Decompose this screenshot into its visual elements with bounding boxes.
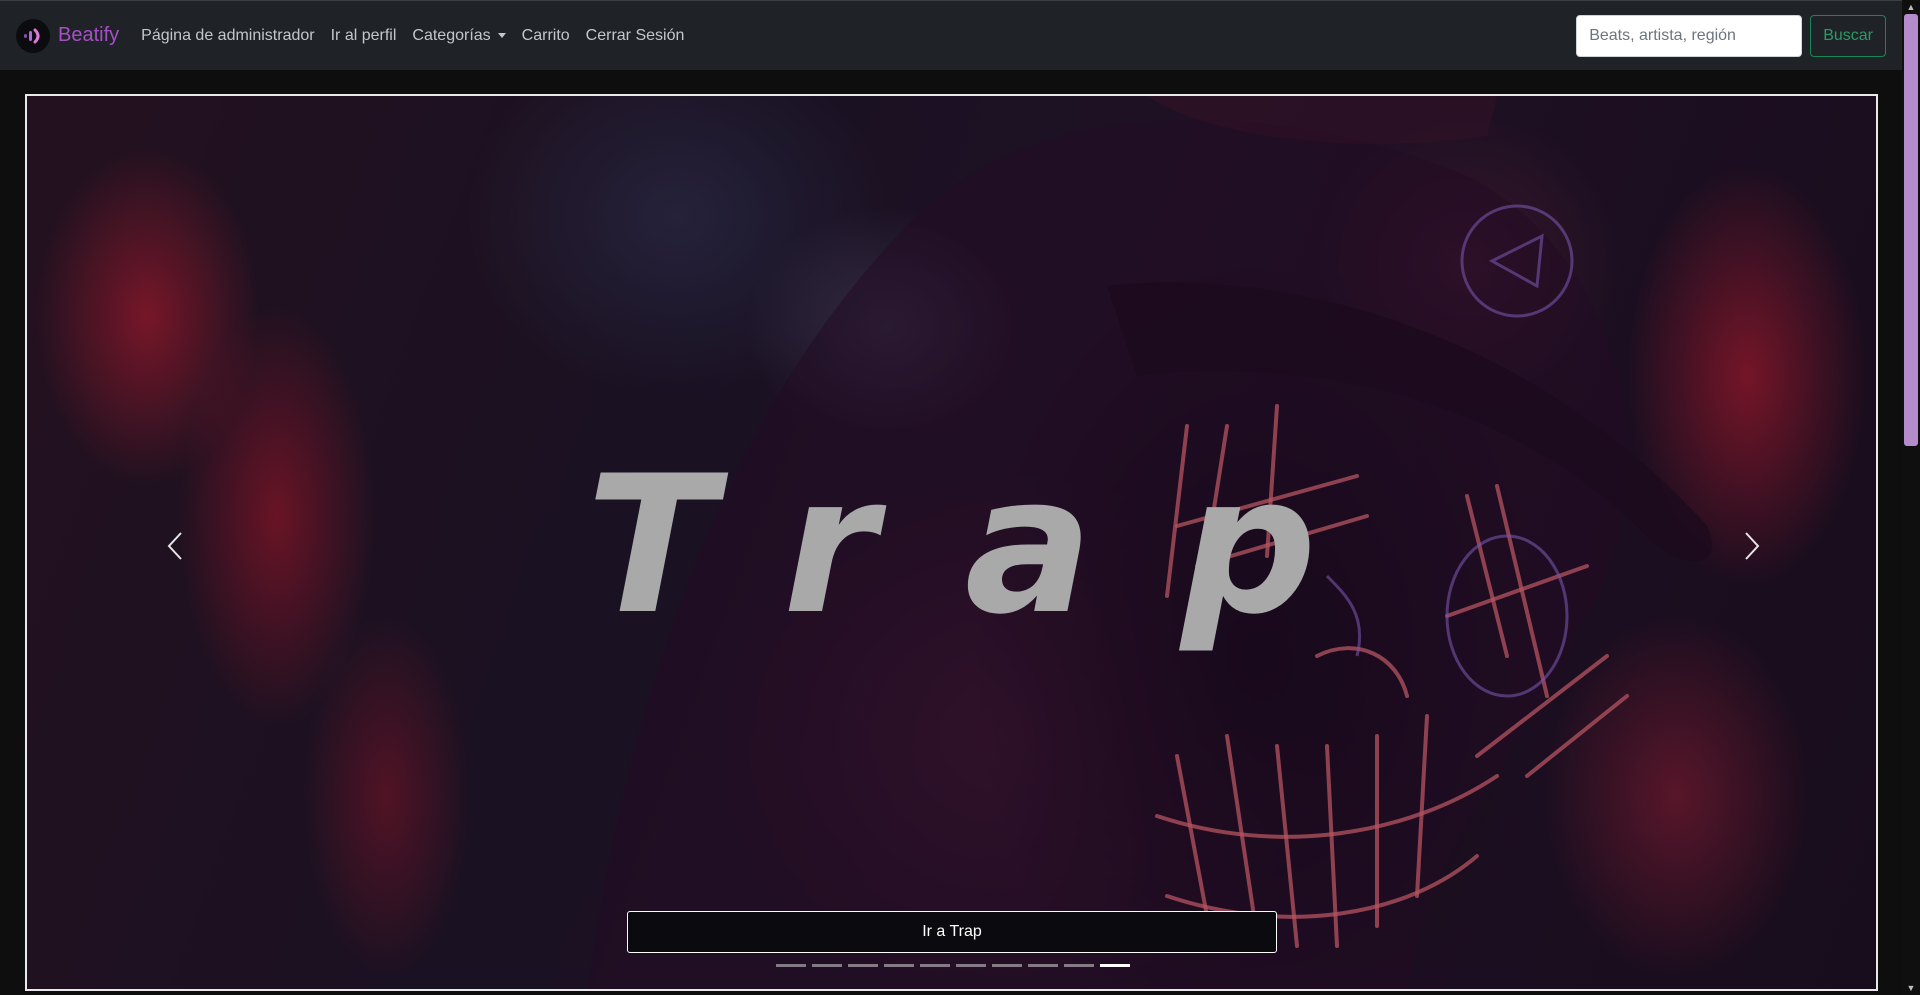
carousel-indicator[interactable] — [776, 964, 806, 967]
search-button[interactable]: Buscar — [1810, 14, 1886, 57]
nav-link-admin[interactable]: Página de administrador — [141, 27, 314, 45]
carousel-indicator-active[interactable] — [1100, 964, 1130, 967]
chevron-left-icon — [167, 532, 182, 560]
navbar: Beatify Página de administrador Ir al pe… — [0, 0, 1902, 70]
go-to-genre-button[interactable]: Ir a Trap — [627, 911, 1277, 953]
scroll-up-arrow-icon[interactable]: ▲ — [1902, 0, 1920, 14]
slide-title: Trap — [586, 435, 1405, 656]
carousel-prev-button[interactable] — [145, 516, 205, 576]
nav-link-logout[interactable]: Cerrar Sesión — [586, 27, 685, 45]
nav-link-categories[interactable]: Categorías — [412, 26, 506, 45]
nav-link-categories-label: Categorías — [412, 26, 491, 44]
carousel-indicator[interactable] — [1028, 964, 1058, 967]
page-scrollbar[interactable]: ▲ ▼ — [1902, 0, 1920, 995]
carousel-indicator[interactable] — [848, 964, 878, 967]
scroll-thumb[interactable] — [1904, 14, 1918, 446]
brand-name: Beatify — [58, 24, 120, 46]
nav-link-profile[interactable]: Ir al perfil — [331, 27, 397, 45]
carousel-indicator[interactable] — [992, 964, 1022, 967]
carousel-next-button[interactable] — [1722, 516, 1782, 576]
caret-down-icon — [497, 33, 506, 38]
carousel-indicator[interactable] — [920, 964, 950, 967]
carousel-indicators — [776, 964, 1130, 967]
hero-carousel: Trap Ir a Trap — [25, 94, 1878, 991]
carousel-indicator[interactable] — [884, 964, 914, 967]
brand[interactable]: Beatify — [16, 18, 120, 53]
search-input[interactable] — [1576, 14, 1803, 57]
carousel-indicator[interactable] — [956, 964, 986, 967]
chevron-right-icon — [1745, 532, 1760, 560]
carousel-indicator[interactable] — [1064, 964, 1094, 967]
carousel-indicator[interactable] — [812, 964, 842, 967]
brand-logo-icon — [16, 18, 50, 53]
search-form: Buscar — [1576, 14, 1886, 57]
scroll-down-arrow-icon[interactable]: ▼ — [1902, 981, 1920, 995]
nav-link-cart[interactable]: Carrito — [522, 27, 570, 45]
